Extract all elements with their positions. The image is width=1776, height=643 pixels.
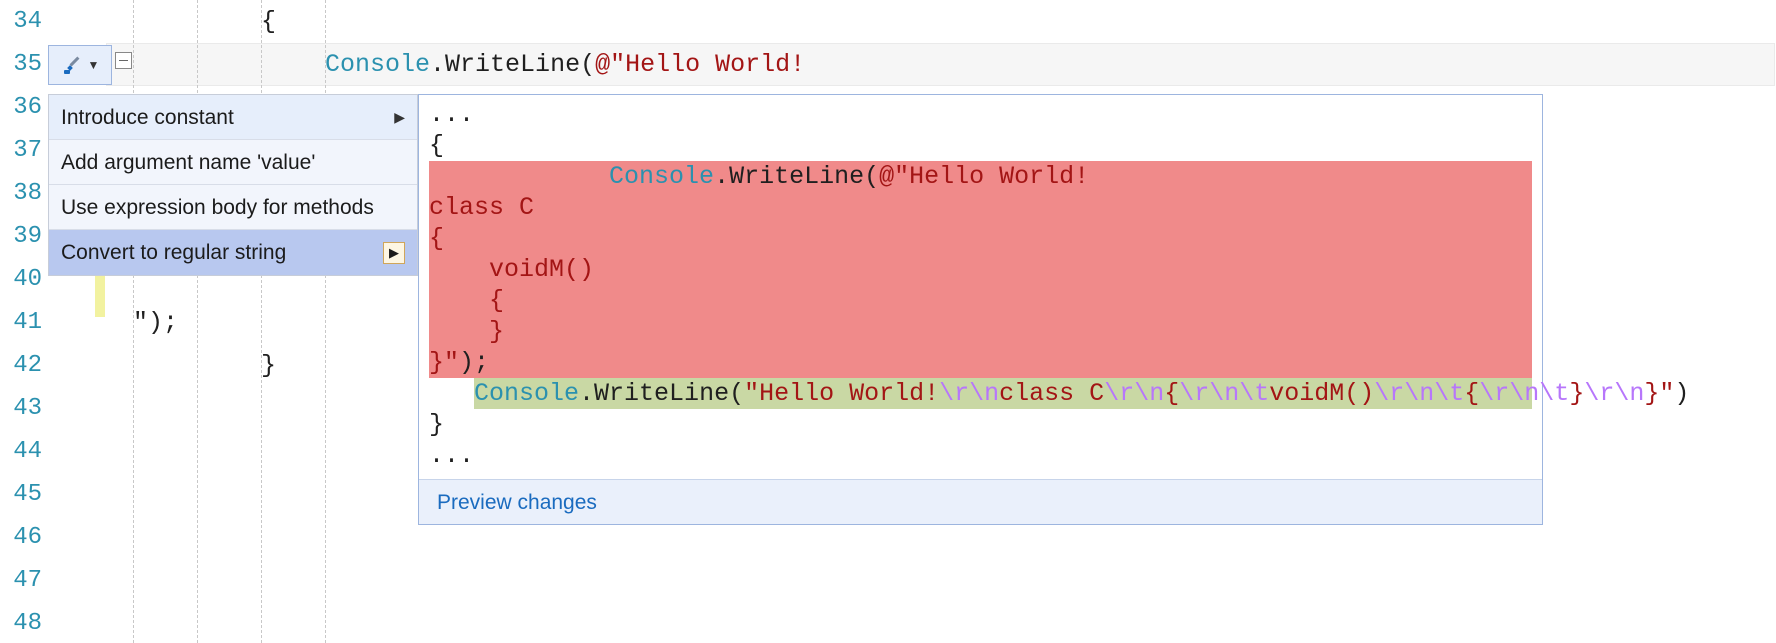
line-number: 47 [0, 559, 48, 602]
line-number: 38 [0, 172, 48, 215]
preview-footer: Preview changes [419, 479, 1542, 524]
line-number: 40 [0, 258, 48, 301]
quick-action-item[interactable]: Use expression body for methods [49, 185, 417, 230]
line-number-gutter: 343536373839404142434445464748 [0, 0, 48, 643]
line-number: 46 [0, 516, 48, 559]
line-number: 41 [0, 301, 48, 344]
line-number: 37 [0, 129, 48, 172]
submenu-arrow-icon: ▶ [383, 242, 405, 264]
line-number: 34 [0, 0, 48, 43]
line-number: 43 [0, 387, 48, 430]
preview-removed-block: Console.WriteLine(@"Hello World! class C… [429, 161, 1532, 378]
preview-changes-link[interactable]: Preview changes [437, 491, 597, 514]
screwdriver-icon [61, 53, 85, 77]
quick-actions-menu: Introduce constant ▶ Add argument name 'va… [48, 94, 418, 276]
line-number: 42 [0, 344, 48, 387]
quick-action-label: Add argument name 'value' [61, 140, 315, 185]
change-marker [95, 274, 105, 317]
preview-context-ellipsis: ... [429, 99, 1532, 130]
line-number: 48 [0, 602, 48, 643]
line-number: 45 [0, 473, 48, 516]
line-number: 44 [0, 430, 48, 473]
chevron-down-icon: ▼ [88, 58, 100, 72]
code-line-35[interactable]: Console.WriteLine(@"Hello World! [133, 43, 1776, 86]
preview-added-line: Console.WriteLine("Hello World!\r\nclass… [474, 378, 1532, 409]
quick-action-label: Use expression body for methods [61, 185, 374, 230]
submenu-arrow-icon: ▶ [394, 95, 405, 140]
code-editor[interactable]: 343536373839404142434445464748 { Console… [0, 0, 1776, 643]
quick-action-item[interactable]: Introduce constant ▶ [49, 95, 417, 140]
refactoring-preview-panel: ... { Console.WriteLine(@"Hello World! c… [418, 94, 1543, 525]
preview-context-close-brace: } [429, 409, 1532, 440]
quick-action-label: Introduce constant [61, 95, 234, 140]
line-number: 39 [0, 215, 48, 258]
code-line-34[interactable]: { [133, 0, 1776, 43]
preview-diff: ... { Console.WriteLine(@"Hello World! c… [419, 95, 1542, 479]
line-number: 36 [0, 86, 48, 129]
quick-actions-button[interactable]: ▼ [48, 45, 112, 85]
preview-context-open-brace: { [429, 130, 1532, 161]
line-number: 35 [0, 43, 48, 86]
quick-action-item[interactable]: Convert to regular string ▶ [49, 230, 417, 275]
outline-collapse-toggle[interactable] [115, 52, 132, 69]
quick-action-label: Convert to regular string [61, 230, 286, 275]
preview-context-ellipsis-end: ... [429, 440, 1532, 471]
quick-action-item[interactable]: Add argument name 'value' [49, 140, 417, 185]
